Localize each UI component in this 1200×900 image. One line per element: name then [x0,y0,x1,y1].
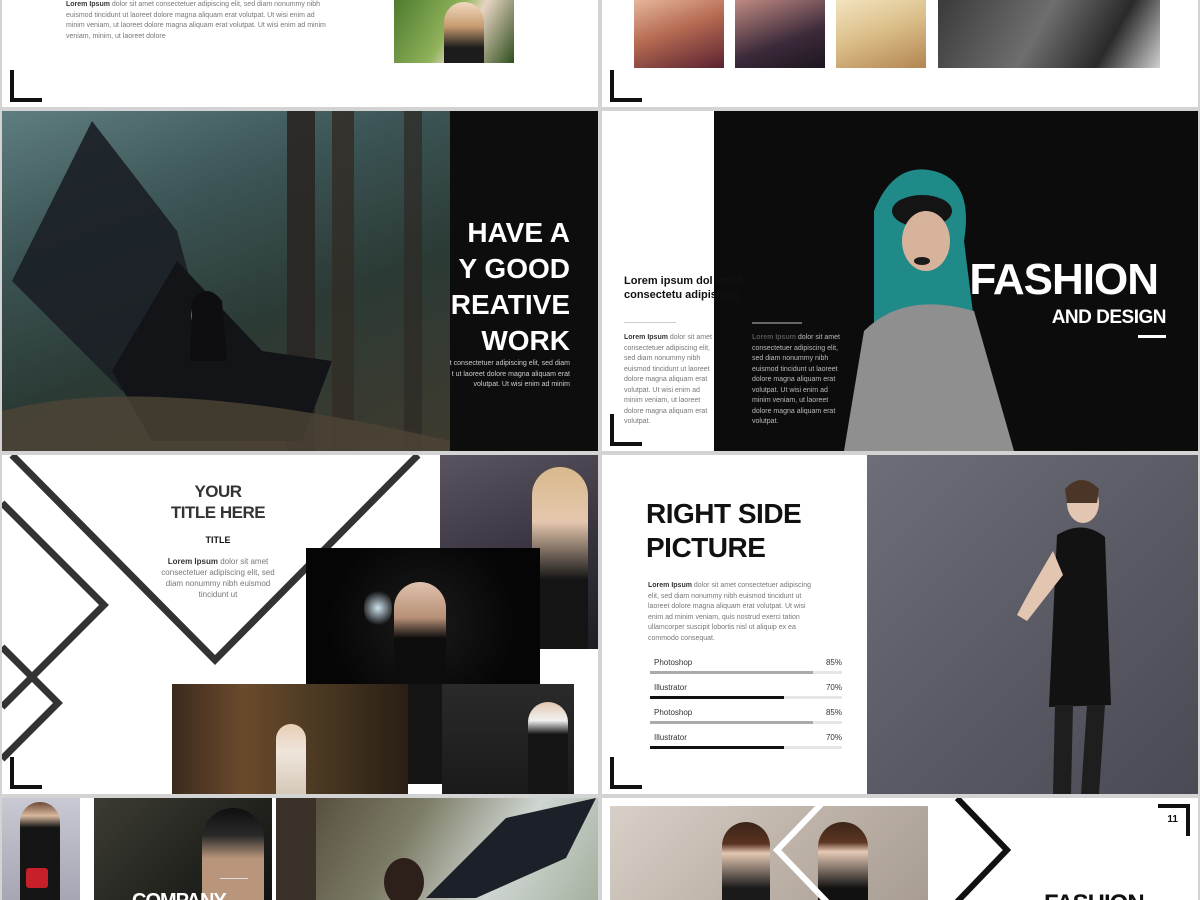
slide-6-photo-shapes [1017,480,1111,794]
slide-7-photo-red-bag [2,798,80,900]
slide-5-title-line-1: YOUR [194,482,242,501]
slide-2-thumbnail[interactable] [602,0,1198,107]
slide-4-col1-body: dolor sit amet consectetuer adipiscing e… [624,334,712,425]
slide-7-photo-angel-wings [276,798,598,900]
skill-bar-fill [650,671,814,674]
skill-label: Photoshop [654,708,693,717]
slide-8-thumbnail[interactable]: 11 FASHION [602,798,1198,900]
slide-6-title-line-1: RIGHT SIDE [646,498,802,529]
slide-4-subhead-rule [624,322,676,323]
slide-5-thumbnail[interactable]: YOUR TITLE HERE TITLE Lorem Ipsum dolor … [2,455,598,794]
slide-3-thumbnail[interactable]: HAVE A Y GOOD REATIVE WORK t consectetue… [2,111,598,451]
slide-6-body-text: dolor sit amet consectetuer adipiscing e… [648,582,812,642]
slide-5-body: Lorem Ipsum dolor sit amet consectetuer … [152,556,284,600]
skill-percent: 70% [825,733,842,742]
slide-5-photo-glass-splash [306,548,540,684]
photo-figure [202,808,264,900]
slide-7-title-rule [220,878,248,879]
skill-percent: 85% [825,658,842,667]
skill-label: Illustrator [654,733,687,742]
photo-figure [444,2,484,63]
skill-bar-fill [650,696,785,699]
slide-3-body: t consectetuer adipiscing elit, sed diam… [449,360,570,388]
slide-6-title-line-2: PICTURE [646,532,766,563]
slide-3-photo-forest-angel [2,111,450,451]
slide-6-thumbnail[interactable]: RIGHT SIDE PICTURE Lorem Ipsum dolor sit… [602,455,1198,794]
slide-1-thumbnail[interactable]: Lorem Ipsum dolor sit amet consectetuer … [2,0,598,107]
slide-7-photo-shapes [276,798,596,900]
photo-red-bag [26,868,48,888]
photo-figure [394,582,446,684]
slide-5-body-heading: Lorem Ipsum [167,557,218,566]
slide-1-text: Lorem Ipsum dolor sit amet consectetuer … [66,0,328,42]
slide-4-corner-mark [610,414,642,446]
slide-7-photo-dark-profile [94,798,272,900]
slide-2-photo-4 [938,0,1160,68]
slide-4-subhead: Lorem ipsum dol amet consectetu adipisci… [624,274,742,302]
slide-4-subtitle: AND DESIGN [1051,307,1167,328]
photo-figure [532,467,588,649]
slide-5-label: TITLE [205,535,231,545]
skill-bar-fill [650,721,814,724]
slide-1-photo-woman-garden [394,0,514,63]
photo-splash [364,588,392,628]
slide-2-photo-1 [634,0,724,68]
slide-6-body-heading: Lorem Ipsum [648,582,692,589]
skill-bar-track [650,696,842,699]
slide-3-title-line-1: HAVE A [467,217,570,248]
slide-6-title: RIGHT SIDE PICTURE [646,497,802,565]
slide-6-photo-model-black-dress [867,455,1198,794]
skill-bar-track [650,671,842,674]
slide-6-body: Lorem Ipsum dolor sit amet consectetuer … [648,581,816,644]
skill-label: Photoshop [654,658,693,667]
skill-bar-fill [650,746,785,749]
slide-2-photo-3 [836,0,926,68]
slide-7-thumbnail[interactable]: COMPANY [2,798,598,900]
slide-4-col2-body: dolor sit amet consectetuer adipiscing e… [752,334,840,425]
slide-4-col2-heading: Lorem Ipsum [752,334,796,341]
slide-5-photo-dark-dress [408,684,443,784]
skill-percent: 85% [825,708,842,717]
slide-4-subtitle-rule [1138,335,1166,338]
slide-8-page-number: 11 [1167,814,1178,825]
skill-bar-track [650,746,842,749]
slide-5-corner-mark [10,757,42,789]
slide-5-photo-bride-forest [172,684,408,794]
slide-3-title-line-4: WORK [481,325,570,356]
slide-7-title: COMPANY [132,890,227,900]
slide-2-corner-mark [610,70,642,102]
slide-5-photo-ruff-collar [442,684,574,794]
skill-label: Illustrator [654,683,687,692]
slide-1-corner-mark [10,70,42,102]
slide-2-photo-2 [735,0,825,68]
skill-percent: 70% [825,683,842,692]
slide-3-photo-shapes [2,111,450,451]
slide-thumbnail-grid: Lorem Ipsum dolor sit amet consectetuer … [0,0,1200,900]
slide-3-title-line-2: Y GOOD [458,253,570,284]
slide-1-heading: Lorem Ipsum [66,1,110,8]
slide-4-title: FASHION [969,255,1159,304]
skill-bar-track [650,721,842,724]
photo-figure [528,702,568,794]
slide-4-thumbnail[interactable]: Lorem ipsum dol amet consectetu adipisci… [602,111,1198,451]
slide-4-col2-rule [752,322,802,324]
slide-4-col1-heading: Lorem Ipsum [624,334,668,341]
photo-figure [276,724,306,794]
slide-8-title: FASHION [1044,890,1145,900]
slide-5-title-line-2: TITLE HERE [170,503,266,522]
slide-3-title-line-3: REATIVE [450,289,570,320]
slide-3-title: HAVE A Y GOOD REATIVE WORK [451,215,570,359]
slide-8-diamond-lines [772,798,1012,900]
slide-6-corner-mark [610,757,642,789]
slide-5-title: YOUR TITLE HERE [142,481,294,523]
